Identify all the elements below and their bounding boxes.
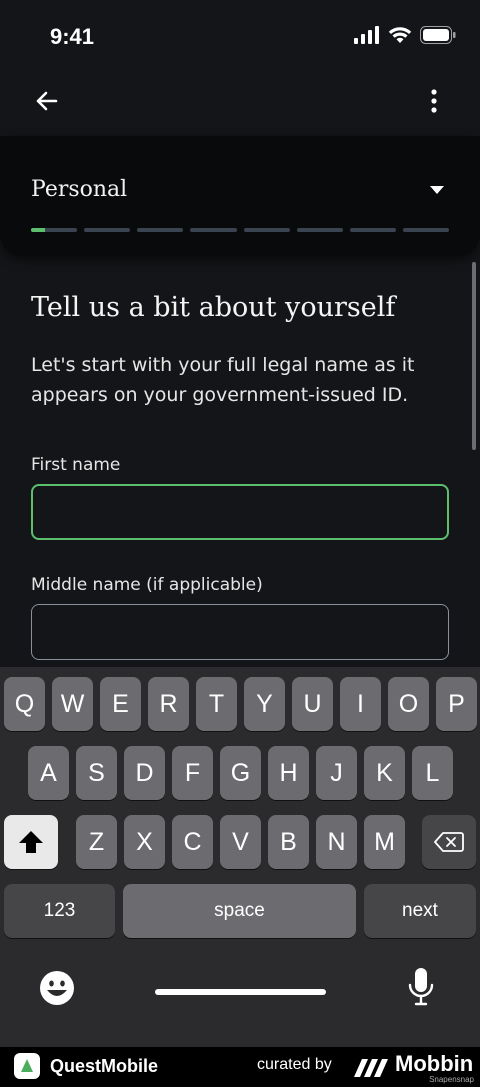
section-title: Personal	[31, 177, 128, 202]
progress-segment	[31, 228, 78, 232]
next-key[interactable]: next	[364, 884, 476, 938]
top-nav	[0, 70, 480, 136]
progress-segment	[84, 228, 131, 232]
key-o[interactable]: O	[388, 677, 429, 731]
scrollbar[interactable]	[472, 262, 476, 450]
brand-name: QuestMobile	[50, 1055, 159, 1076]
progress-fill	[31, 228, 45, 232]
progress-segment	[349, 228, 396, 232]
key-e[interactable]: E	[100, 677, 141, 731]
key-k[interactable]: K	[364, 746, 405, 800]
key-r[interactable]: R	[148, 677, 189, 731]
numbers-key[interactable]: 123	[4, 884, 115, 938]
key-h[interactable]: H	[268, 746, 309, 800]
key-w[interactable]: W	[52, 677, 93, 731]
key-m[interactable]: M	[364, 815, 405, 869]
first-name-label: First name	[31, 455, 121, 475]
key-p[interactable]: P	[436, 677, 477, 731]
keyboard: 123 space next QWERTYUIOP ASDFGHJKL ZXCVBN…	[0, 667, 480, 1067]
status-time: 9:41	[50, 24, 95, 49]
status-icons	[354, 26, 456, 44]
dropdown-caret-icon[interactable]	[430, 186, 444, 194]
curator-name: Mobbin	[395, 1051, 474, 1076]
footer-bar: QuestMobile curated by Mobbin	[0, 1047, 480, 1087]
key-d[interactable]: D	[124, 746, 165, 800]
key-v[interactable]: V	[220, 815, 261, 869]
key-u[interactable]: U	[292, 677, 333, 731]
brand-lockup: QuestMobile	[14, 1053, 158, 1079]
middle-name-label: Middle name (if applicable)	[31, 575, 263, 595]
battery-icon	[420, 26, 456, 44]
backspace-icon	[434, 832, 464, 852]
curated-by-text: curated by	[257, 1056, 332, 1073]
progress-segment	[296, 228, 343, 232]
section-selector[interactable]: Personal	[0, 136, 480, 256]
shift-key[interactable]	[4, 815, 58, 869]
progress-segment	[402, 228, 449, 232]
delete-key[interactable]	[422, 815, 476, 869]
home-indicator[interactable]	[155, 989, 326, 995]
key-i[interactable]: I	[340, 677, 381, 731]
key-a[interactable]: A	[28, 746, 69, 800]
key-z[interactable]: Z	[76, 815, 117, 869]
emoji-icon[interactable]	[39, 970, 75, 1006]
key-g[interactable]: G	[220, 746, 261, 800]
back-arrow-icon[interactable]	[30, 84, 64, 118]
space-key[interactable]: space	[123, 884, 356, 938]
key-x[interactable]: X	[124, 815, 165, 869]
microphone-icon[interactable]	[408, 967, 434, 1007]
key-s[interactable]: S	[76, 746, 117, 800]
signal-icon	[354, 26, 379, 44]
watermark: Snapensnap	[429, 1075, 474, 1084]
key-y[interactable]: Y	[244, 677, 285, 731]
middle-name-field[interactable]	[31, 604, 449, 660]
wifi-icon	[388, 27, 412, 43]
questmobile-logo-icon	[14, 1053, 40, 1079]
progress-segment	[137, 228, 184, 232]
key-c[interactable]: C	[172, 815, 213, 869]
more-options-icon[interactable]	[422, 84, 446, 118]
key-l[interactable]: L	[412, 746, 453, 800]
key-j[interactable]: J	[316, 746, 357, 800]
shift-arrow-icon	[19, 831, 43, 853]
progress-segment	[190, 228, 237, 232]
key-f[interactable]: F	[172, 746, 213, 800]
first-name-field[interactable]	[31, 484, 449, 540]
page-heading: Tell us a bit about yourself	[31, 292, 396, 323]
mobbin-logo-icon	[354, 1059, 388, 1077]
key-n[interactable]: N	[316, 815, 357, 869]
key-q[interactable]: Q	[4, 677, 45, 731]
key-b[interactable]: B	[268, 815, 309, 869]
step-progress	[31, 228, 449, 232]
progress-segment	[243, 228, 290, 232]
status-bar: 9:41	[0, 0, 480, 70]
key-t[interactable]: T	[196, 677, 237, 731]
intro-text: Let's start with your full legal name as…	[31, 354, 415, 406]
